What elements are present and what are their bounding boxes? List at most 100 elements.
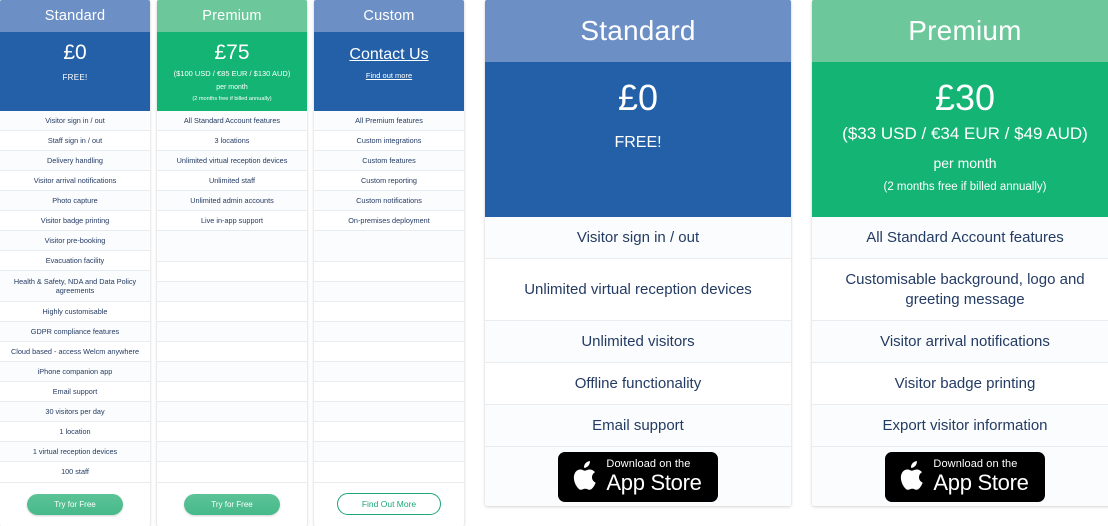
feature-row: GDPR compliance features	[0, 322, 150, 343]
pricing-card-standard-large: Standard £0 FREE! Visitor sign in / out …	[485, 0, 791, 506]
price-amount: £75	[214, 41, 250, 64]
feature-row-empty	[157, 362, 307, 383]
pricing-card-custom-small: Custom Contact Us Find out more All Prem…	[314, 0, 464, 526]
feature-row: All Standard Account features	[157, 111, 307, 132]
feature-row: Custom features	[314, 151, 464, 172]
feature-row: iPhone companion app	[0, 362, 150, 383]
card-title-standard-large: Standard	[485, 0, 791, 62]
feature-row: Visitor arrival notifications	[0, 171, 150, 192]
app-store-line1: Download on the	[933, 457, 1018, 470]
feature-row-empty	[157, 282, 307, 303]
feature-row-empty	[314, 342, 464, 363]
feature-row: 3 locations	[157, 131, 307, 152]
feature-row-empty	[314, 282, 464, 303]
feature-row-empty	[314, 422, 464, 443]
feature-row-empty	[157, 402, 307, 423]
feature-row-empty	[314, 231, 464, 262]
app-store-line2: App Store	[606, 469, 702, 495]
feature-row-empty	[157, 342, 307, 363]
feature-row-empty	[314, 442, 464, 463]
feature-row: Unlimited visitors	[485, 321, 791, 363]
app-store-line1: Download on the	[606, 457, 691, 470]
feature-row: Visitor arrival notifications	[812, 321, 1108, 363]
card-price-standard-large: £0 FREE!	[485, 62, 791, 217]
feature-row-empty	[314, 302, 464, 323]
feature-row: Photo capture	[0, 191, 150, 212]
price-free-label: FREE!	[614, 134, 662, 151]
price-currencies: ($100 USD / €85 EUR / $130 AUD)	[173, 69, 291, 78]
card-price-premium-large: £30 ($33 USD / €34 EUR / $49 AUD) per mo…	[812, 62, 1108, 217]
feature-row-empty	[157, 382, 307, 403]
feature-row: On-premises deployment	[314, 211, 464, 232]
try-for-free-button[interactable]: Try for Free	[27, 493, 123, 515]
app-store-container: Download on the App Store	[812, 447, 1108, 506]
card-title-premium-small: Premium	[157, 0, 307, 32]
apple-logo-icon	[901, 460, 924, 490]
feature-row-empty	[314, 261, 464, 283]
price-free-label: FREE!	[62, 73, 88, 82]
feature-row: Visitor sign in / out	[0, 111, 150, 132]
card-title-premium-large: Premium	[812, 0, 1108, 62]
card-title-custom-small: Custom	[314, 0, 464, 32]
feature-row-empty	[157, 442, 307, 463]
app-store-line2: App Store	[933, 469, 1029, 495]
feature-row-empty	[157, 422, 307, 443]
feature-row: Custom integrations	[314, 131, 464, 152]
card-price-standard-small: £0 FREE!	[0, 32, 150, 112]
card-price-premium-small: £75 ($100 USD / €85 EUR / $130 AUD) per …	[157, 32, 307, 112]
feature-row: Unlimited staff	[157, 171, 307, 192]
pricing-card-premium-large: Premium £30 ($33 USD / €34 EUR / $49 AUD…	[812, 0, 1108, 506]
pricing-card-standard-small: Standard £0 FREE! Visitor sign in / out …	[0, 0, 150, 526]
cta-container: Find Out More	[314, 482, 464, 526]
card-price-custom-small: Contact Us Find out more	[314, 32, 464, 112]
feature-row-empty	[314, 402, 464, 423]
feature-row: Email support	[485, 405, 791, 447]
feature-row: Visitor sign in / out	[485, 217, 791, 259]
price-annual-note: (2 months free if billed annually)	[192, 96, 272, 102]
cta-container: Try for Free	[0, 482, 150, 526]
apple-logo-icon	[574, 460, 597, 490]
feature-row-empty	[314, 362, 464, 383]
contact-us-link[interactable]: Contact Us	[349, 46, 428, 64]
find-out-more-link[interactable]: Find out more	[366, 71, 412, 80]
try-for-free-button[interactable]: Try for Free	[184, 493, 280, 515]
feature-row: 30 visitors per day	[0, 402, 150, 423]
find-out-more-button[interactable]: Find Out More	[337, 493, 441, 516]
card-title-standard-small: Standard	[0, 0, 150, 32]
app-store-container: Download on the App Store	[485, 447, 791, 506]
feature-row: Visitor pre-booking	[0, 231, 150, 252]
feature-row: Customisable background, logo and greeti…	[812, 259, 1108, 321]
app-store-badge-button[interactable]: Download on the App Store	[885, 451, 1045, 502]
cta-container: Try for Free	[157, 482, 307, 526]
feature-row: Offline functionality	[485, 363, 791, 405]
price-amount: £0	[63, 41, 87, 64]
feature-row: Unlimited admin accounts	[157, 191, 307, 212]
price-amount: £0	[617, 77, 659, 118]
feature-row: Unlimited virtual reception devices	[485, 259, 791, 321]
feature-row-empty	[157, 261, 307, 283]
feature-row-empty	[157, 231, 307, 262]
feature-row: Email support	[0, 382, 150, 403]
pricing-card-premium-small: Premium £75 ($100 USD / €85 EUR / $130 A…	[157, 0, 307, 526]
feature-row: Export visitor information	[812, 405, 1108, 447]
feature-row: Health & Safety, NDA and Data Policy agr…	[0, 271, 150, 303]
feature-row-empty	[314, 382, 464, 403]
feature-row: Cloud based - access Welcm anywhere	[0, 342, 150, 363]
app-store-badge-button[interactable]: Download on the App Store	[558, 451, 718, 502]
feature-row: 100 staff	[0, 462, 150, 483]
price-period: per month	[933, 155, 997, 171]
feature-row-empty	[157, 462, 307, 483]
feature-row: Highly customisable	[0, 302, 150, 323]
price-amount: £30	[934, 77, 996, 118]
feature-row: Live in-app support	[157, 211, 307, 232]
feature-row: All Standard Account features	[812, 217, 1108, 259]
feature-row: All Premium features	[314, 111, 464, 132]
feature-row-empty	[157, 302, 307, 323]
feature-row-empty	[157, 322, 307, 343]
feature-row: 1 virtual reception devices	[0, 442, 150, 463]
feature-row: Staff sign in / out	[0, 131, 150, 152]
price-period: per month	[216, 84, 248, 91]
feature-row: Custom notifications	[314, 191, 464, 212]
pricing-page: Standard £0 FREE! Visitor sign in / out …	[0, 0, 1108, 526]
feature-row: Delivery handling	[0, 151, 150, 172]
